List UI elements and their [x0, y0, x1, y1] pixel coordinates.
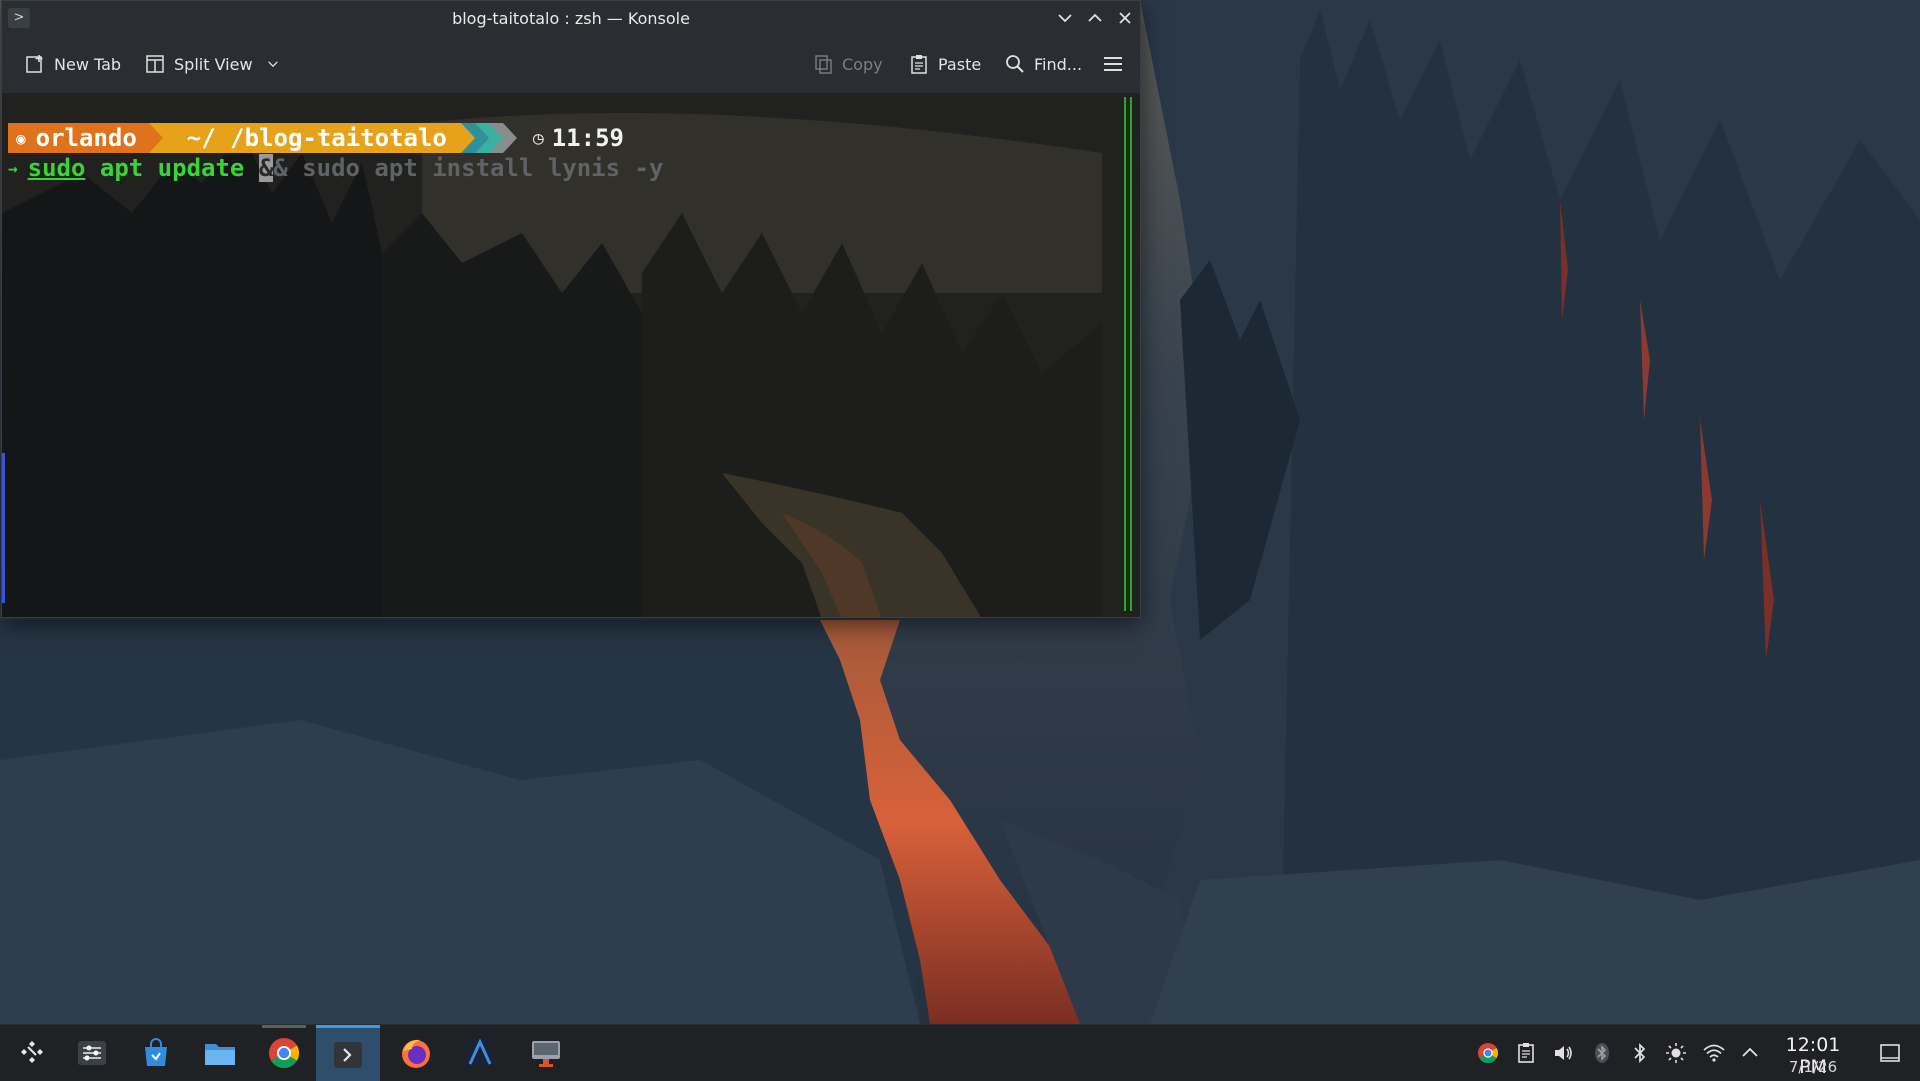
taskbar: 12:01 PM 7/1/26 [0, 1024, 1920, 1081]
store-bag-icon [145, 1038, 167, 1066]
prompt-time: 11:59 [551, 124, 624, 152]
taskbar-firefox[interactable] [384, 1025, 448, 1081]
taskbar-chrome[interactable] [252, 1025, 316, 1081]
close-icon [1119, 12, 1131, 24]
new-tab-icon [26, 55, 43, 73]
tray-wifi-icon[interactable] [1702, 1041, 1726, 1065]
remote-monitor-icon [532, 1041, 560, 1067]
split-view-button[interactable]: Split View [144, 49, 281, 79]
copy-icon [815, 55, 832, 74]
clock-date[interactable]: 7/1/26 [1770, 1058, 1856, 1076]
paste-button[interactable]: Paste [908, 49, 981, 79]
prompt-path-segment: ~/ /blog-taitotalo [162, 123, 461, 153]
tray-clipboard-icon[interactable] [1514, 1041, 1538, 1065]
prompt-separator-arrow [474, 123, 489, 153]
command-line[interactable]: → sudo apt update & & sudo apt install l… [8, 153, 663, 183]
split-view-icon [146, 55, 164, 73]
prompt-arrow: → [8, 158, 18, 178]
terminal-icon [334, 1041, 362, 1068]
settings-sliders-icon [78, 1041, 106, 1065]
clipboard-icon [1518, 1043, 1534, 1063]
taskbar-discover[interactable] [124, 1025, 188, 1081]
chrome-icon [269, 1038, 300, 1069]
show-desktop-button[interactable] [1878, 1041, 1902, 1065]
prompt-user: orlando [35, 124, 137, 152]
find-label: Find... [1034, 54, 1083, 74]
tray-chrome-icon[interactable] [1476, 1041, 1500, 1065]
brightness-icon [1666, 1043, 1686, 1063]
prompt-separator-arrow [460, 123, 475, 153]
clipboard-icon [911, 55, 927, 74]
kde-launcher-icon [21, 1041, 43, 1063]
tray-volume-icon[interactable] [1552, 1041, 1576, 1065]
prompt-path: ~/ /blog-taitotalo [186, 124, 447, 152]
new-tab-label: New Tab [54, 54, 122, 74]
chevron-down-icon [1058, 14, 1072, 23]
tray-expand-button[interactable] [1738, 1041, 1762, 1065]
tray-bluetooth-icon[interactable] [1628, 1041, 1652, 1065]
taskbar-remote-desktop[interactable] [514, 1025, 578, 1081]
prompt-user-segment: ◉ orlando [8, 123, 149, 153]
prompt-separator-arrow [488, 123, 503, 153]
shell-prompt: ◉ orlando ~/ /blog-taitotalo ◷ 11:59 [8, 123, 624, 153]
wifi-icon [1703, 1044, 1725, 1062]
maximize-button[interactable] [1084, 7, 1106, 29]
hamburger-menu-icon [1104, 57, 1122, 71]
konsole-window: > blog-taitotalo : zsh — Konsole New Tab… [1, 0, 1141, 618]
tray-bluetooth-status-icon[interactable] [1590, 1041, 1614, 1065]
command-apt-update: apt update [85, 154, 259, 182]
volume-icon [1555, 1046, 1572, 1060]
clock-icon: ◷ [532, 127, 544, 149]
chevron-up-icon [1088, 13, 1102, 22]
konsole-toolbar: New Tab Split View Copy Paste Find... [2, 35, 1140, 94]
taskbar-system-settings[interactable] [60, 1025, 124, 1081]
chevron-down-icon[interactable] [265, 56, 281, 72]
hamburger-menu-button[interactable] [1102, 49, 1124, 79]
search-icon [1006, 55, 1024, 73]
prompt-separator-arrow [502, 123, 517, 153]
folder-icon [205, 1044, 235, 1065]
close-button[interactable] [1114, 7, 1136, 29]
chevron-up-icon [1742, 1047, 1758, 1057]
terminal-scrollbar[interactable] [1124, 97, 1132, 611]
minimize-button[interactable] [1054, 7, 1076, 29]
bluetooth-disabled-icon [1595, 1043, 1609, 1063]
text-cursor: & [258, 154, 274, 182]
paste-label: Paste [938, 54, 982, 74]
terminal-area[interactable]: ◉ orlando ~/ /blog-taitotalo ◷ 11:59 → s… [2, 93, 1140, 617]
taskbar-konsole[interactable] [316, 1025, 380, 1081]
window-title: blog-taitotalo : zsh — Konsole [452, 9, 690, 28]
new-tab-button[interactable]: New Tab [24, 49, 121, 79]
left-edge-accent [2, 453, 5, 603]
firefox-icon [402, 1039, 430, 1068]
prompt-separator-arrow [148, 123, 163, 153]
command-sudo: sudo [27, 154, 86, 182]
show-desktop-icon [1880, 1044, 1900, 1062]
app-launcher-button[interactable] [0, 1025, 64, 1081]
window-titlebar[interactable]: > blog-taitotalo : zsh — Konsole [2, 1, 1140, 35]
os-logo-icon: ◉ [16, 128, 26, 148]
copy-button[interactable]: Copy [812, 49, 883, 79]
taskbar-dolphin[interactable] [188, 1025, 252, 1081]
copy-label: Copy [842, 54, 883, 74]
bluetooth-icon [1634, 1042, 1646, 1064]
tray-brightness-icon[interactable] [1664, 1041, 1688, 1065]
find-button[interactable]: Find... [1004, 49, 1082, 79]
chrome-icon [1478, 1043, 1499, 1064]
autosuggestion: & sudo apt install lynis -y [273, 154, 664, 182]
split-view-label: Split View [174, 54, 253, 74]
arch-a-icon [465, 1038, 495, 1068]
taskbar-arch-app[interactable] [448, 1025, 512, 1081]
